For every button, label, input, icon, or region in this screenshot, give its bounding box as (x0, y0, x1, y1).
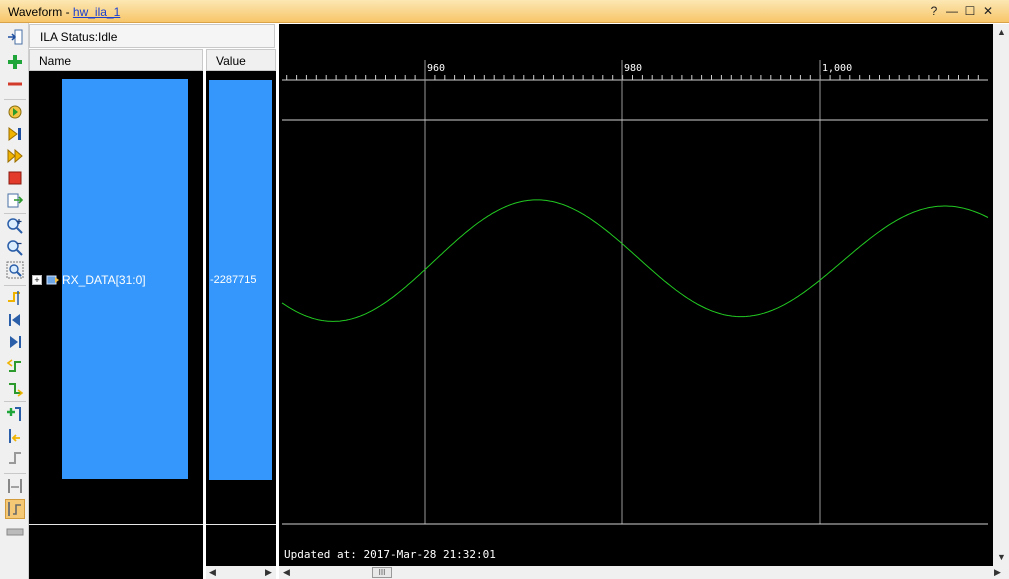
previous-transition-icon (6, 359, 21, 372)
scroll-left-arrow-icon[interactable]: ◀ (283, 567, 290, 577)
zoom-in-button[interactable] (6, 217, 24, 235)
toolbar-divider (4, 99, 26, 100)
name-column-label: Name (39, 54, 72, 68)
next-marker-button[interactable] (6, 449, 24, 467)
toolbar-divider (4, 473, 26, 474)
waveform-toolbar (0, 23, 29, 579)
scroll-down-arrow-icon[interactable]: ▼ (997, 552, 1006, 562)
previous-marker-icon (9, 429, 20, 443)
maximize-button[interactable]: ☐ (962, 3, 978, 19)
rx-data-waveform[interactable] (281, 199, 989, 322)
expand-signal-toggle[interactable]: + (32, 275, 42, 285)
collapse-all-button[interactable] (6, 28, 24, 46)
collapse-icon (8, 29, 23, 45)
previous-marker-button[interactable] (6, 427, 24, 445)
waveform-svg: 960 980 1,000 (281, 60, 989, 525)
ila-status-text: ILA Status:Idle (40, 30, 118, 44)
zoom-in-icon (7, 218, 23, 234)
fast-forward-icon (7, 148, 23, 164)
scroll-up-arrow-icon[interactable]: ▲ (997, 27, 1006, 37)
export-button[interactable] (6, 191, 24, 209)
tick-label-960: 960 (427, 63, 445, 74)
value-column-header[interactable]: Value (206, 49, 276, 71)
snap-icon (8, 502, 21, 516)
signal-names-panel: Name + RX_DATA[31:0] (29, 49, 203, 579)
cursor-jump-icon (8, 291, 20, 305)
zoom-fit-button[interactable] (6, 261, 24, 279)
floating-ruler-button[interactable] (6, 523, 24, 541)
next-transition-icon (9, 383, 24, 397)
zoom-fit-icon (6, 261, 24, 279)
add-signal-button[interactable] (6, 53, 24, 71)
go-to-end-button[interactable] (6, 333, 24, 351)
toolbar-divider (4, 401, 26, 402)
vertical-scrollbar[interactable]: ▲ ▼ (993, 24, 1009, 566)
zoom-out-icon (7, 240, 23, 256)
add-marker-icon (7, 407, 21, 421)
signal-name[interactable]: RX_DATA[31:0] (62, 273, 146, 287)
plus-icon (8, 55, 22, 69)
value-column-label: Value (216, 54, 246, 68)
panel-divider (29, 524, 203, 525)
run-cycle-icon (8, 105, 22, 119)
minus-icon (8, 82, 22, 86)
title-prefix: Waveform - (8, 5, 73, 19)
go-to-start-button[interactable] (6, 311, 24, 329)
window-titlebar: Waveform - hw_ila_1 ? — ☐ ✕ (0, 0, 1009, 23)
waveform-horizontal-scrollbar[interactable]: ◀ III ▶ (279, 566, 1009, 579)
tick-label-980: 980 (624, 63, 642, 74)
run-trigger-button[interactable] (6, 125, 24, 143)
minimize-button[interactable]: — (944, 3, 960, 19)
play-step-icon (8, 127, 21, 141)
waveform-canvas[interactable]: 960 980 1,000 Updated at: 2017-Mar-28 21… (279, 24, 993, 566)
export-icon (7, 193, 24, 208)
swap-cursors-button[interactable] (6, 477, 24, 495)
go-to-cursor-button[interactable] (6, 289, 24, 307)
panel-divider (206, 524, 276, 525)
scroll-thumb[interactable]: III (372, 567, 392, 578)
scroll-left-arrow-icon[interactable]: ◀ (209, 567, 216, 577)
bus-signal-icon (46, 275, 59, 285)
add-marker-button[interactable] (6, 405, 24, 423)
timeline-minor-ticks (286, 75, 979, 80)
updated-timestamp: Updated at: 2017-Mar-28 21:32:01 (284, 548, 496, 561)
snap-to-transition-button[interactable] (5, 499, 25, 519)
tick-label-1000: 1,000 (822, 63, 852, 74)
ruler-icon (6, 528, 24, 536)
window-title: Waveform - hw_ila_1 (8, 5, 120, 19)
signal-value: -2287715 (210, 274, 257, 286)
stop-icon (8, 171, 22, 185)
value-horizontal-scrollbar[interactable]: ◀ ▶ (206, 566, 276, 579)
previous-transition-button[interactable] (6, 357, 24, 375)
stop-trigger-button[interactable] (6, 169, 24, 187)
close-button[interactable]: ✕ (980, 3, 996, 19)
toolbar-divider (4, 213, 26, 214)
skip-end-icon (10, 336, 21, 348)
ila-status-bar: ILA Status:Idle (29, 24, 275, 48)
swap-cursors-icon (8, 479, 22, 493)
zoom-out-button[interactable] (6, 239, 24, 257)
signal-values-panel: Value -2287715 (206, 49, 276, 566)
run-trigger-immediate-button[interactable] (6, 103, 24, 121)
help-button[interactable]: ? (926, 3, 942, 19)
next-transition-button[interactable] (6, 379, 24, 397)
run-continuous-button[interactable] (6, 147, 24, 165)
scroll-right-arrow-icon[interactable]: ▶ (265, 567, 272, 577)
skip-start-icon (9, 314, 20, 326)
scroll-right-arrow-icon[interactable]: ▶ (994, 567, 1001, 577)
remove-signal-button[interactable] (6, 75, 24, 93)
title-link[interactable]: hw_ila_1 (73, 5, 120, 19)
name-column-header[interactable]: Name (29, 49, 203, 71)
next-marker-icon (9, 452, 21, 464)
toolbar-divider (4, 285, 26, 286)
